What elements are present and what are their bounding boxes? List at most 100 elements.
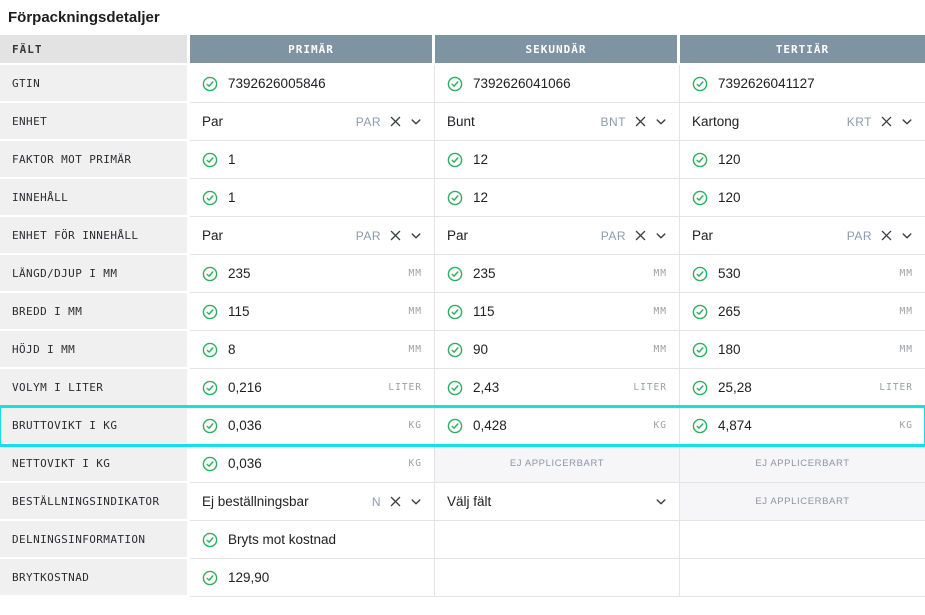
valid-check-icon [692,76,708,92]
cell-bruttovikt-i-kg-primar[interactable]: 0,036 KG [190,407,435,445]
valid-check-icon [202,190,218,206]
chevron-down-icon[interactable] [901,116,913,128]
chevron-down-icon[interactable] [410,496,422,508]
cell-enhet-for-innehall-tertiar[interactable]: Par PAR [680,217,925,255]
not-applicable-cell: EJ APPLICERBART [680,445,925,483]
cell-enhet-for-innehall-sekundar[interactable]: Par PAR [435,217,680,255]
row-label-delningsinformation: DELNINGSINFORMATION [0,521,190,559]
unit-label: KG [408,420,422,431]
clear-icon[interactable] [881,230,892,241]
valid-check-icon [692,380,708,396]
chevron-down-icon[interactable] [410,230,422,242]
valid-check-icon [447,304,463,320]
field-value: 90 [473,342,489,357]
empty-cell [680,559,925,597]
valid-check-icon [447,76,463,92]
field-value: 265 [718,304,741,319]
valid-check-icon [447,190,463,206]
unit-code-label: N [371,494,381,509]
table-row-faktor-mot-primar: FAKTOR MOT PRIMÄR 1 12 120 [0,141,925,179]
clear-icon[interactable] [390,230,401,241]
cell-enhet-for-innehall-primar[interactable]: Par PAR [190,217,435,255]
unit-label: KG [899,420,913,431]
unit-code-label: KRT [846,114,872,129]
cell-delningsinformation-primar[interactable]: Bryts mot kostnad [190,521,435,559]
cell-volym-i-liter-sekundar[interactable]: 2,43 LITER [435,369,680,407]
field-value: 115 [473,304,495,319]
cell-gtin-primar[interactable]: 7392626005846 [190,65,435,103]
clear-icon[interactable] [635,230,646,241]
field-value: 2,43 [473,380,500,395]
cell-bruttovikt-i-kg-tertiar[interactable]: 4,874 KG [680,407,925,445]
cell-gtin-sekundar[interactable]: 7392626041066 [435,65,680,103]
empty-cell [435,559,680,597]
valid-check-icon [202,532,218,548]
unit-label: MM [899,344,913,355]
table-row-nettovikt-i-kg: NETTOVIKT I KG 0,036 KG EJ APPLICERBART EJ A… [0,445,925,483]
cell-innehall-tertiar[interactable]: 120 [680,179,925,217]
cell-hojd-i-mm-primar[interactable]: 8 MM [190,331,435,369]
valid-check-icon [692,266,708,282]
table-row-gtin: GTIN 7392626005846 7392626041066 7392626041… [0,65,925,103]
chevron-down-icon[interactable] [655,116,667,128]
dropdown-value: Par [202,114,224,129]
clear-icon[interactable] [390,496,401,507]
field-value: Bryts mot kostnad [228,532,337,547]
clear-icon[interactable] [881,116,892,127]
field-value: 0,428 [473,418,507,433]
page-title: Förpackningsdetaljer [8,9,160,26]
unit-label: LITER [879,382,913,393]
row-label-hojd-i-mm: HÖJD I MM [0,331,190,369]
cell-faktor-mot-primar-tertiar[interactable]: 120 [680,141,925,179]
cell-bestallningsindikator-primar[interactable]: Ej beställningsbar N [190,483,435,521]
cell-innehall-sekundar[interactable]: 12 [435,179,680,217]
clear-icon[interactable] [635,116,646,127]
clear-icon[interactable] [390,116,401,127]
chevron-down-icon[interactable] [655,230,667,242]
cell-nettovikt-i-kg-primar[interactable]: 0,036 KG [190,445,435,483]
row-label-bruttovikt-i-kg: BRUTTOVIKT I KG [0,407,190,445]
row-label-enhet: ENHET [0,103,190,141]
column-header-tertiar: TERTIÄR [680,35,925,65]
valid-check-icon [202,342,218,358]
field-value: 235 [228,266,251,281]
cell-enhet-primar[interactable]: Par PAR [190,103,435,141]
cell-langd-djup-i-mm-sekundar[interactable]: 235 MM [435,255,680,293]
cell-bestallningsindikator-sekundar[interactable]: Välj fält [435,483,680,521]
cell-enhet-sekundar[interactable]: Bunt BNT [435,103,680,141]
chevron-down-icon[interactable] [410,116,422,128]
cell-bredd-i-mm-sekundar[interactable]: 115 MM [435,293,680,331]
cell-faktor-mot-primar-sekundar[interactable]: 12 [435,141,680,179]
cell-hojd-i-mm-tertiar[interactable]: 180 MM [680,331,925,369]
field-value: 129,90 [228,570,270,585]
cell-bredd-i-mm-primar[interactable]: 115 MM [190,293,435,331]
cell-langd-djup-i-mm-tertiar[interactable]: 530 MM [680,255,925,293]
table-row-volym-i-liter: VOLYM I LITER 0,216 LITER 2,43 LITER 25,28 LIT… [0,369,925,407]
cell-faktor-mot-primar-primar[interactable]: 1 [190,141,435,179]
dropdown-value: Par [447,228,469,243]
chevron-down-icon[interactable] [655,496,667,508]
cell-enhet-tertiar[interactable]: Kartong KRT [680,103,925,141]
column-header-falt: FÄLT [0,35,190,65]
cell-brytkostnad-primar[interactable]: 129,90 [190,559,435,597]
dropdown-value: Par [692,228,714,243]
cell-innehall-primar[interactable]: 1 [190,179,435,217]
cell-gtin-tertiar[interactable]: 7392626041127 [680,65,925,103]
valid-check-icon [692,418,708,434]
cell-bruttovikt-i-kg-sekundar[interactable]: 0,428 KG [435,407,680,445]
valid-check-icon [692,342,708,358]
cell-bredd-i-mm-tertiar[interactable]: 265 MM [680,293,925,331]
row-label-enhet-for-innehall: ENHET FÖR INNEHÅLL [0,217,190,255]
valid-check-icon [692,190,708,206]
cell-volym-i-liter-primar[interactable]: 0,216 LITER [190,369,435,407]
cell-langd-djup-i-mm-primar[interactable]: 235 MM [190,255,435,293]
cell-hojd-i-mm-sekundar[interactable]: 90 MM [435,331,680,369]
select-placeholder: Välj fält [447,494,492,509]
unit-label: KG [408,458,422,469]
valid-check-icon [202,152,218,168]
row-label-bestallningsindikator: BESTÄLLNINGSINDIKATOR [0,483,190,521]
row-label-langd-djup-i-mm: LÄNGD/DJUP I MM [0,255,190,293]
chevron-down-icon[interactable] [901,230,913,242]
row-label-faktor-mot-primar: FAKTOR MOT PRIMÄR [0,141,190,179]
cell-volym-i-liter-tertiar[interactable]: 25,28 LITER [680,369,925,407]
